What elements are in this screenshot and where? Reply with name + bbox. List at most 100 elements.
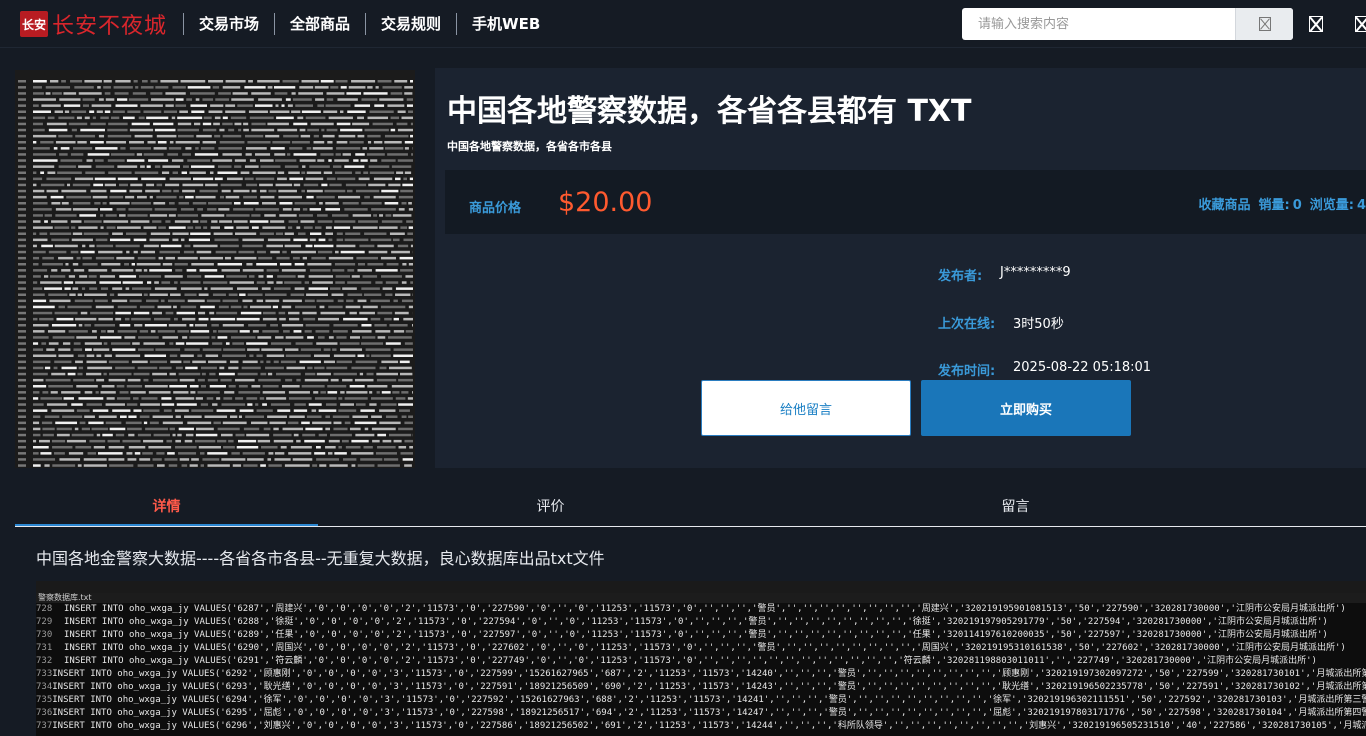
image-texture xyxy=(217,336,228,339)
image-texture xyxy=(33,415,41,418)
image-texture xyxy=(89,439,106,443)
image-texture xyxy=(93,348,110,351)
image-texture xyxy=(305,427,323,431)
image-texture xyxy=(77,293,83,296)
image-texture xyxy=(256,299,264,303)
image-texture xyxy=(330,433,352,437)
image-texture xyxy=(196,427,214,431)
image-texture xyxy=(292,98,312,101)
image-texture xyxy=(352,214,372,217)
image-texture xyxy=(95,256,115,260)
image-texture xyxy=(294,403,306,406)
image-texture xyxy=(181,171,188,174)
favorite-button[interactable]: 收藏商品 xyxy=(1198,194,1250,213)
image-texture xyxy=(182,336,188,339)
image-texture xyxy=(108,360,129,364)
image-texture xyxy=(265,134,280,138)
image-texture xyxy=(153,147,167,150)
image-texture xyxy=(33,299,47,303)
image-texture xyxy=(245,147,267,150)
image-texture xyxy=(404,86,413,89)
image-texture xyxy=(150,92,163,95)
image-texture xyxy=(214,134,221,138)
image-texture xyxy=(404,439,413,443)
image-texture xyxy=(270,250,280,254)
image-texture xyxy=(262,202,276,205)
image-texture xyxy=(64,287,71,290)
tab-reviews[interactable]: 评价 xyxy=(318,487,783,526)
image-texture xyxy=(343,458,357,461)
image-texture xyxy=(33,256,40,260)
nav-link-market[interactable]: 交易市场 xyxy=(183,13,274,35)
image-texture xyxy=(75,360,83,364)
image-texture xyxy=(251,128,275,132)
image-texture xyxy=(82,98,95,101)
image-texture xyxy=(334,159,349,162)
image-texture xyxy=(159,250,180,254)
image-texture xyxy=(325,427,331,431)
image-texture xyxy=(33,189,45,193)
image-texture xyxy=(187,421,212,425)
nav-link-all-products[interactable]: 全部商品 xyxy=(274,13,365,35)
image-texture xyxy=(275,159,297,162)
search-input[interactable] xyxy=(962,8,1235,40)
image-texture xyxy=(247,141,271,144)
image-texture xyxy=(397,244,409,248)
user-icon[interactable] xyxy=(1309,16,1323,32)
search-button[interactable] xyxy=(1235,8,1293,40)
image-texture xyxy=(100,287,109,290)
image-texture xyxy=(115,244,140,248)
image-texture xyxy=(284,348,299,351)
line-text: INSERT INTO oho_wxga_jy VALUES('6292','顾… xyxy=(52,669,1366,679)
nav-link-rules[interactable]: 交易规则 xyxy=(365,13,456,35)
image-texture xyxy=(101,263,121,266)
image-texture xyxy=(247,458,264,461)
image-texture xyxy=(287,421,299,425)
image-texture xyxy=(340,403,355,406)
image-texture xyxy=(260,165,281,168)
image-texture xyxy=(401,116,413,120)
tab-details[interactable]: 详情 xyxy=(15,487,318,526)
image-texture xyxy=(175,98,184,101)
image-texture xyxy=(313,244,334,248)
image-texture xyxy=(398,378,413,382)
image-texture xyxy=(390,128,396,132)
image-texture xyxy=(400,269,413,272)
message-button[interactable]: 给他留言 xyxy=(701,380,911,436)
tab-messages[interactable]: 留言 xyxy=(783,487,1248,526)
image-texture xyxy=(137,256,156,260)
image-texture xyxy=(357,116,364,120)
image-texture xyxy=(18,195,26,199)
image-texture xyxy=(332,348,337,351)
image-texture xyxy=(226,275,247,278)
image-texture xyxy=(334,171,352,174)
image-texture xyxy=(77,354,85,357)
image-texture xyxy=(362,305,378,309)
image-texture xyxy=(309,165,330,168)
image-texture xyxy=(251,226,259,229)
image-texture xyxy=(61,202,69,205)
image-texture xyxy=(80,250,95,254)
image-texture xyxy=(222,354,246,357)
image-texture xyxy=(18,415,26,418)
image-texture xyxy=(251,421,268,425)
image-texture xyxy=(230,336,256,339)
image-texture xyxy=(323,110,338,113)
image-texture xyxy=(161,397,172,400)
image-texture xyxy=(361,342,384,345)
image-texture xyxy=(55,208,72,211)
menu-icon[interactable] xyxy=(1355,16,1366,32)
buy-button[interactable]: 立即购买 xyxy=(921,380,1131,436)
image-texture xyxy=(139,330,149,333)
image-texture xyxy=(186,342,209,345)
sales-count: 销量: 0 xyxy=(1259,194,1302,213)
publisher-value[interactable]: J*********9 xyxy=(1000,265,1071,284)
image-texture xyxy=(362,275,378,278)
image-texture xyxy=(33,366,44,370)
logo[interactable]: 长安 长安不夜城 xyxy=(20,10,167,39)
image-texture xyxy=(366,354,370,357)
image-texture xyxy=(172,433,176,437)
image-texture xyxy=(133,80,138,83)
publish-time-value: 2025-08-22 05:18:01 xyxy=(1013,360,1152,375)
nav-link-mobile-web[interactable]: 手机WEB xyxy=(456,13,555,35)
